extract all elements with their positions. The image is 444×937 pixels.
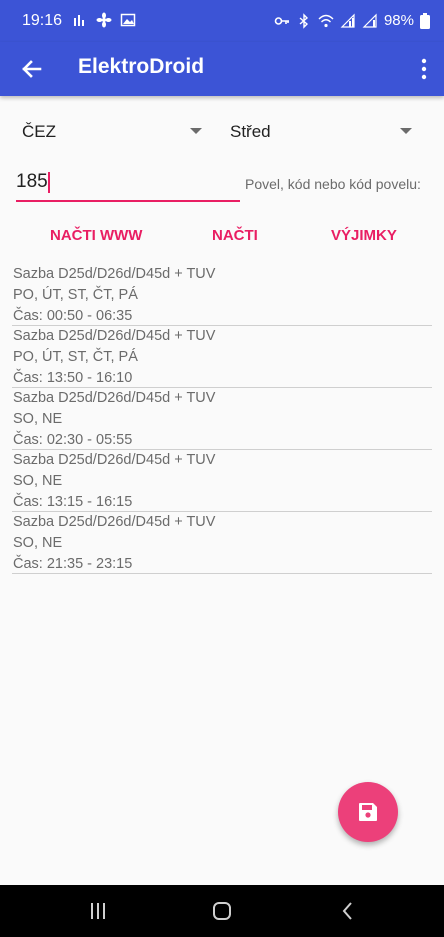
save-fab-button[interactable] <box>338 782 398 842</box>
recent-apps-icon[interactable] <box>88 901 108 921</box>
tariff-time: Čas: 00:50 - 06:35 <box>13 308 133 324</box>
fan-icon <box>96 12 112 28</box>
region-select-value: Střed <box>230 122 271 141</box>
bar-chart-icon <box>74 15 84 26</box>
battery-icon <box>420 12 430 29</box>
code-input-value: 185 <box>16 171 48 192</box>
bluetooth-icon <box>299 12 308 29</box>
dropdown-arrow-icon <box>400 128 412 134</box>
image-icon <box>120 13 136 27</box>
tariff-days: PO, ÚT, ST, ČT, PÁ <box>13 287 138 303</box>
exceptions-button[interactable]: VÝJIMKY <box>331 227 397 244</box>
tariff-time: Čas: 21:35 - 23:15 <box>13 556 133 572</box>
more-vert-icon[interactable] <box>416 55 432 83</box>
region-select[interactable]: Střed <box>230 116 420 148</box>
list-item[interactable]: Sazba D25d/D26d/D45d + TUV PO, ÚT, ST, Č… <box>12 326 432 388</box>
status-bar: 19:16 98% <box>0 0 444 42</box>
signal-icon-2 <box>362 13 377 28</box>
load-button[interactable]: NAČTI <box>212 227 258 244</box>
back-nav-icon[interactable] <box>338 901 358 921</box>
status-time: 19:16 <box>22 12 63 29</box>
tariff-days: SO, NE <box>13 473 63 489</box>
tariff-time: Čas: 13:15 - 16:15 <box>13 494 133 510</box>
provider-select-value: ČEZ <box>22 122 56 141</box>
load-www-button[interactable]: NAČTI WWW <box>50 227 142 244</box>
tariff-time: Čas: 13:50 - 16:10 <box>13 370 133 386</box>
battery-percent: 98% <box>383 12 414 29</box>
list-item[interactable]: Sazba D25d/D26d/D45d + TUV SO, NE Čas: 1… <box>12 450 432 512</box>
code-hint-label: Povel, kód nebo kód povelu: <box>245 176 421 192</box>
tariff-days: PO, ÚT, ST, ČT, PÁ <box>13 349 138 365</box>
save-icon <box>359 803 377 821</box>
list-item[interactable]: Sazba D25d/D26d/D45d + TUV SO, NE Čas: 0… <box>12 388 432 450</box>
tariff-days: SO, NE <box>13 535 63 551</box>
home-icon[interactable] <box>212 901 232 921</box>
provider-select[interactable]: ČEZ <box>22 116 208 148</box>
results-list: Sazba D25d/D26d/D45d + TUV PO, ÚT, ST, Č… <box>12 264 432 574</box>
arrow-back-icon[interactable] <box>18 55 46 83</box>
tariff-name: Sazba D25d/D26d/D45d + TUV <box>13 266 216 282</box>
dropdown-arrow-icon <box>190 128 202 134</box>
tariff-name: Sazba D25d/D26d/D45d + TUV <box>13 390 216 406</box>
page-title: ElektroDroid <box>78 55 205 78</box>
tariff-name: Sazba D25d/D26d/D45d + TUV <box>13 328 216 344</box>
key-icon <box>274 16 289 25</box>
tariff-name: Sazba D25d/D26d/D45d + TUV <box>13 452 216 468</box>
system-nav-bar <box>0 885 444 937</box>
tariff-days: SO, NE <box>13 411 63 427</box>
tariff-name: Sazba D25d/D26d/D45d + TUV <box>13 514 216 530</box>
wifi-icon <box>318 14 334 27</box>
text-cursor <box>48 172 50 193</box>
signal-icon <box>340 13 355 28</box>
code-input[interactable]: 185 <box>16 166 240 202</box>
tariff-time: Čas: 02:30 - 05:55 <box>13 432 133 448</box>
list-item[interactable]: Sazba D25d/D26d/D45d + TUV SO, NE Čas: 2… <box>12 512 432 574</box>
list-item[interactable]: Sazba D25d/D26d/D45d + TUV PO, ÚT, ST, Č… <box>12 264 432 326</box>
app-bar: ElektroDroid <box>0 42 444 96</box>
